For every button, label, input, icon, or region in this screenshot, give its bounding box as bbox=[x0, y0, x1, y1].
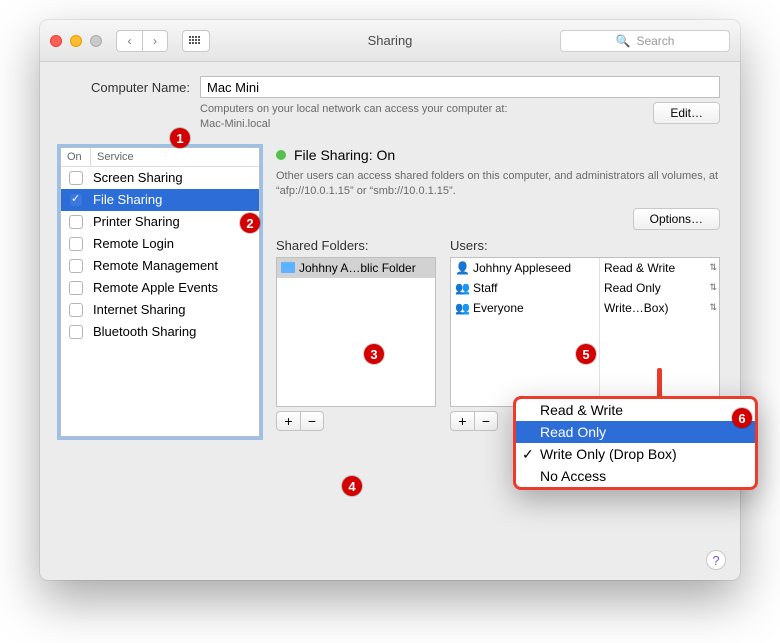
callout-2: 2 bbox=[240, 213, 260, 233]
callout-3: 3 bbox=[364, 344, 384, 364]
edit-hostname-button[interactable]: Edit… bbox=[653, 102, 720, 124]
list-item[interactable]: 👤Johhny Appleseed bbox=[451, 258, 599, 278]
computer-name-label: Computer Name: bbox=[60, 80, 190, 95]
search-placeholder: Search bbox=[636, 34, 674, 48]
callout-1: 1 bbox=[170, 128, 190, 148]
checkbox-icon[interactable] bbox=[69, 281, 83, 295]
traffic-lights bbox=[50, 35, 102, 47]
list-item[interactable]: 👥Staff bbox=[451, 278, 599, 298]
shared-folders-list[interactable]: Johhny A…blic Folder bbox=[276, 257, 436, 407]
dropdown-option-read-write[interactable]: Read & Write bbox=[516, 399, 755, 421]
callout-5: 5 bbox=[576, 344, 596, 364]
checkbox-icon[interactable] bbox=[69, 237, 83, 251]
status-row: File Sharing: On bbox=[276, 147, 720, 163]
service-screen-sharing[interactable]: Screen Sharing bbox=[61, 167, 259, 189]
checkbox-icon[interactable] bbox=[69, 259, 83, 273]
zoom-icon bbox=[90, 35, 102, 47]
user-names-column: 👤Johhny Appleseed 👥Staff 👥Everyone bbox=[451, 258, 599, 406]
service-bluetooth-sharing[interactable]: Bluetooth Sharing bbox=[61, 321, 259, 343]
service-printer-sharing[interactable]: Printer Sharing bbox=[61, 211, 259, 233]
show-all-button[interactable] bbox=[182, 30, 210, 52]
list-item[interactable]: Johhny A…blic Folder bbox=[277, 258, 435, 278]
help-button[interactable]: ? bbox=[706, 550, 726, 570]
nav-group: ‹ › bbox=[116, 30, 168, 52]
checkbox-checked-icon[interactable] bbox=[69, 193, 83, 207]
check-icon: ✓ bbox=[522, 446, 534, 463]
checkbox-icon[interactable] bbox=[69, 325, 83, 339]
person-icon: 👤 bbox=[455, 261, 469, 275]
chevron-updown-icon: ⇅ bbox=[709, 282, 717, 293]
checkbox-icon[interactable] bbox=[69, 215, 83, 229]
service-file-sharing[interactable]: File Sharing bbox=[61, 189, 259, 211]
list-item[interactable]: 👥Everyone bbox=[451, 298, 599, 318]
header-service: Service bbox=[91, 148, 259, 166]
shared-folders-label: Shared Folders: bbox=[276, 238, 436, 253]
titlebar: ‹ › Sharing 🔍 Search bbox=[40, 20, 740, 62]
group-icon: 👥 bbox=[455, 281, 469, 295]
callout-4: 4 bbox=[342, 476, 362, 496]
permission-select[interactable]: Read Only⇅ bbox=[600, 278, 719, 298]
services-header: On Service bbox=[61, 148, 259, 167]
back-button[interactable]: ‹ bbox=[116, 30, 142, 52]
services-list[interactable]: On Service Screen Sharing File Sharing P… bbox=[60, 147, 260, 437]
hint-line2: Mac-Mini.local bbox=[200, 117, 643, 132]
computer-name-field[interactable] bbox=[200, 76, 720, 98]
chevron-updown-icon: ⇅ bbox=[709, 262, 717, 273]
status-title: File Sharing: On bbox=[294, 147, 395, 163]
folders-addremove: + − bbox=[276, 411, 436, 431]
service-remote-apple-events[interactable]: Remote Apple Events bbox=[61, 277, 259, 299]
service-remote-management[interactable]: Remote Management bbox=[61, 255, 259, 277]
sharing-preferences-window: ‹ › Sharing 🔍 Search Computer Name: Comp… bbox=[40, 20, 740, 580]
remove-folder-button[interactable]: − bbox=[300, 411, 324, 431]
users-list[interactable]: 👤Johhny Appleseed 👥Staff 👥Everyone Read … bbox=[450, 257, 720, 407]
grid-icon bbox=[189, 36, 203, 46]
search-icon: 🔍 bbox=[616, 34, 631, 48]
dropdown-option-no-access[interactable]: No Access bbox=[516, 465, 755, 487]
hint-line1: Computers on your local network can acce… bbox=[200, 102, 643, 117]
users-label: Users: bbox=[450, 238, 720, 253]
detail-panel: File Sharing: On Other users can access … bbox=[276, 147, 720, 431]
chevron-updown-icon: ⇅ bbox=[709, 302, 717, 313]
remove-user-button[interactable]: − bbox=[474, 411, 498, 431]
add-folder-button[interactable]: + bbox=[276, 411, 300, 431]
permission-select[interactable]: Read & Write⇅ bbox=[600, 258, 719, 278]
hostname-hint: Computers on your local network can acce… bbox=[200, 102, 643, 133]
checkbox-icon[interactable] bbox=[69, 303, 83, 317]
close-icon[interactable] bbox=[50, 35, 62, 47]
search-input[interactable]: 🔍 Search bbox=[560, 30, 730, 52]
permission-dropdown[interactable]: Read & Write Read Only ✓Write Only (Drop… bbox=[513, 396, 758, 490]
options-button[interactable]: Options… bbox=[633, 208, 720, 230]
add-user-button[interactable]: + bbox=[450, 411, 474, 431]
status-description: Other users can access shared folders on… bbox=[276, 169, 720, 200]
dropdown-option-write-only[interactable]: ✓Write Only (Drop Box) bbox=[516, 443, 755, 465]
status-on-icon bbox=[276, 150, 286, 160]
header-on: On bbox=[61, 148, 91, 166]
folder-icon bbox=[281, 262, 295, 273]
callout-6: 6 bbox=[732, 408, 752, 428]
forward-button: › bbox=[142, 30, 168, 52]
service-internet-sharing[interactable]: Internet Sharing bbox=[61, 299, 259, 321]
minimize-icon[interactable] bbox=[70, 35, 82, 47]
group-icon: 👥 bbox=[455, 301, 469, 315]
service-remote-login[interactable]: Remote Login bbox=[61, 233, 259, 255]
permission-select[interactable]: Write…Box)⇅ bbox=[600, 298, 719, 318]
dropdown-option-read-only[interactable]: Read Only bbox=[516, 421, 755, 443]
checkbox-icon[interactable] bbox=[69, 171, 83, 185]
